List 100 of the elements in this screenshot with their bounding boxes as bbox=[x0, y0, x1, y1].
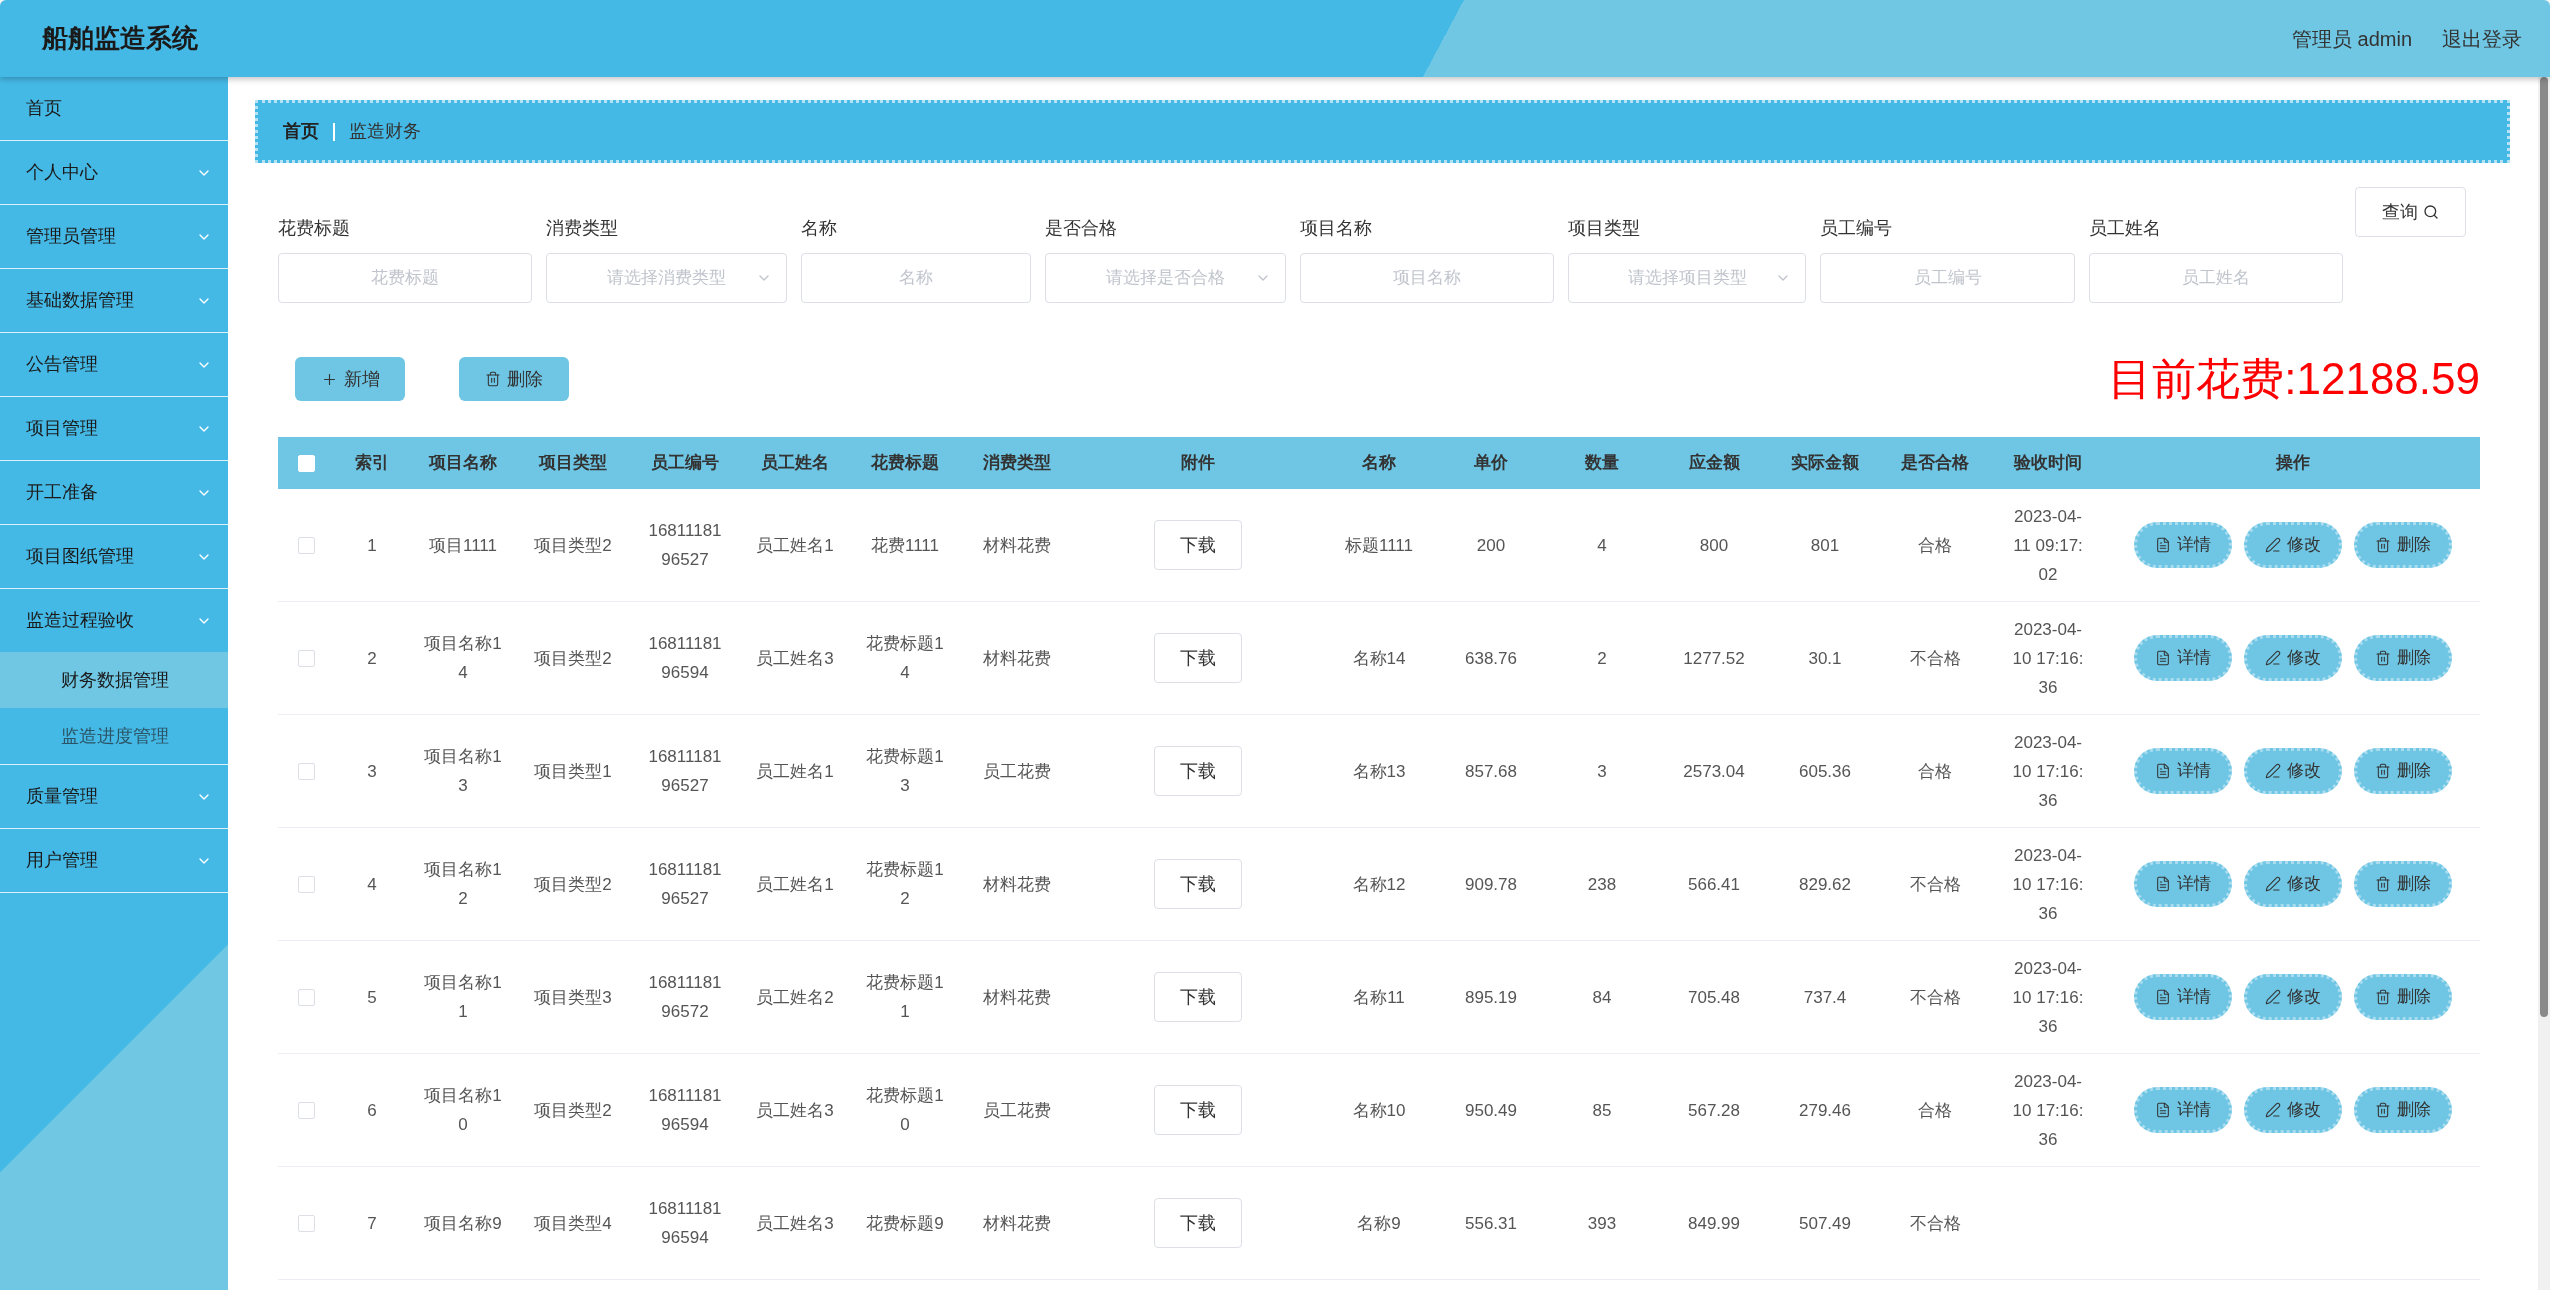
edit-button[interactable]: 修改 bbox=[2244, 748, 2342, 794]
sidebar-item[interactable]: 监造过程验收 bbox=[0, 589, 228, 652]
input-field[interactable]: 员工编号 bbox=[1820, 253, 2075, 303]
table-cell-text: 4 bbox=[366, 873, 378, 896]
table-cell-text: 85 bbox=[1591, 1099, 1613, 1122]
breadcrumb-link[interactable]: 首页 bbox=[283, 118, 319, 145]
download-button[interactable]: 下载 bbox=[1154, 1198, 1242, 1248]
detail-button[interactable]: 详情 bbox=[2134, 974, 2232, 1020]
checkbox[interactable] bbox=[297, 536, 315, 554]
detail-button[interactable]: 详情 bbox=[2134, 635, 2232, 681]
checkbox[interactable] bbox=[297, 875, 315, 893]
delete-button[interactable]: 删除 bbox=[2354, 861, 2452, 907]
column-header: 附件 bbox=[1181, 452, 1215, 475]
detail-button[interactable]: 详情 bbox=[2134, 748, 2232, 794]
table-cell-text: 84 bbox=[1591, 986, 1613, 1009]
sidebar-item[interactable]: 项目管理 bbox=[0, 397, 228, 460]
download-button[interactable]: 下载 bbox=[1154, 1085, 1242, 1135]
table-cell-text: 895.19 bbox=[1464, 986, 1518, 1009]
delete-button[interactable]: 删除 bbox=[459, 357, 569, 401]
search-icon bbox=[2423, 204, 2439, 220]
edit-button[interactable]: 修改 bbox=[2244, 974, 2342, 1020]
query-button[interactable]: 查询 bbox=[2355, 187, 2466, 237]
checkbox[interactable] bbox=[297, 649, 315, 667]
checkbox[interactable] bbox=[297, 762, 315, 780]
download-button[interactable]: 下载 bbox=[1154, 520, 1242, 570]
table-cell-text: 项目1111 bbox=[427, 534, 498, 557]
delete-button[interactable]: 删除 bbox=[2354, 522, 2452, 568]
add-button[interactable]: 新增 bbox=[295, 357, 405, 401]
table-cell-text: 1681118196572 bbox=[647, 972, 723, 1023]
table-cell-text: 829.62 bbox=[1798, 873, 1852, 896]
table-cell-text: 员工姓名2 bbox=[755, 986, 835, 1009]
table-cell-text: 员工姓名3 bbox=[755, 647, 835, 670]
edit-button[interactable]: 修改 bbox=[2244, 522, 2342, 568]
sidebar-item[interactable]: 开工准备 bbox=[0, 461, 228, 524]
table-cell-text: 花费标题11 bbox=[865, 972, 945, 1023]
logout-link[interactable]: 退出登录 bbox=[2442, 23, 2522, 54]
sidebar-item[interactable]: 管理员管理 bbox=[0, 205, 228, 268]
table-cell-text: 项目类型2 bbox=[533, 534, 613, 557]
delete-button[interactable]: 删除 bbox=[2354, 1087, 2452, 1133]
input-field[interactable]: 项目名称 bbox=[1300, 253, 1554, 303]
delete-button[interactable]: 删除 bbox=[2354, 635, 2452, 681]
table-cell-text: 556.31 bbox=[1464, 1212, 1518, 1235]
trash-icon bbox=[2375, 1102, 2391, 1118]
edit-button[interactable]: 修改 bbox=[2244, 635, 2342, 681]
sidebar-item[interactable]: 公告管理 bbox=[0, 333, 228, 396]
edit-button[interactable]: 修改 bbox=[2244, 1087, 2342, 1133]
sidebar-item[interactable]: 基础数据管理 bbox=[0, 269, 228, 332]
table-cell-text: 材料花费 bbox=[982, 986, 1052, 1009]
input-field[interactable]: 花费标题 bbox=[278, 253, 532, 303]
table-cell-text: 名称11 bbox=[1352, 986, 1406, 1009]
checkbox[interactable] bbox=[297, 988, 315, 1006]
table-cell-text: 279.46 bbox=[1798, 1099, 1852, 1122]
download-button[interactable]: 下载 bbox=[1154, 972, 1242, 1022]
sidebar-item[interactable]: 质量管理 bbox=[0, 765, 228, 828]
table-cell-text: 员工姓名3 bbox=[755, 1212, 835, 1235]
submenu-item[interactable]: 监造进度管理 bbox=[0, 708, 228, 764]
column-header: 操作 bbox=[2276, 452, 2310, 475]
checkbox[interactable] bbox=[297, 1101, 315, 1119]
input-field[interactable]: 名称 bbox=[801, 253, 1031, 303]
edit-button[interactable]: 修改 bbox=[2244, 861, 2342, 907]
column-header: 名称 bbox=[1362, 452, 1396, 475]
filter-label: 名称 bbox=[801, 217, 838, 240]
table-cell-text: 857.68 bbox=[1464, 760, 1518, 783]
table-cell-text: 705.48 bbox=[1687, 986, 1741, 1009]
table-cell-text: 合格 bbox=[1917, 1099, 1953, 1122]
sidebar-item[interactable]: 项目图纸管理 bbox=[0, 525, 228, 588]
table-cell-text: 名称13 bbox=[1351, 760, 1407, 783]
table-cell-text: 项目类型2 bbox=[533, 1099, 613, 1122]
download-button[interactable]: 下载 bbox=[1154, 859, 1242, 909]
column-header: 员工编号 bbox=[651, 452, 719, 475]
table-cell-text: 项目名称14 bbox=[423, 633, 503, 684]
table-cell-text: 567.28 bbox=[1687, 1099, 1741, 1122]
download-button[interactable]: 下载 bbox=[1154, 746, 1242, 796]
filter-label: 消费类型 bbox=[546, 217, 619, 240]
scrollbar[interactable] bbox=[2538, 77, 2550, 1290]
table-cell-text: 项目名称9 bbox=[423, 1212, 503, 1235]
column-header: 是否合格 bbox=[1901, 452, 1969, 475]
delete-button[interactable]: 删除 bbox=[2354, 748, 2452, 794]
sidebar-item[interactable]: 首页 bbox=[0, 77, 228, 140]
table-cell-text: 1681118196527 bbox=[647, 859, 723, 910]
trash-icon bbox=[2375, 876, 2391, 892]
sidebar-item[interactable]: 用户管理 bbox=[0, 829, 228, 892]
detail-button[interactable]: 详情 bbox=[2134, 1087, 2232, 1133]
table-cell-text: 30.1 bbox=[1807, 647, 1843, 670]
column-header: 项目类型 bbox=[539, 452, 607, 475]
detail-button[interactable]: 详情 bbox=[2134, 522, 2232, 568]
sidebar-item[interactable]: 个人中心 bbox=[0, 141, 228, 204]
breadcrumb-current: 监造财务 bbox=[349, 120, 421, 143]
table-cell-text: 不合格 bbox=[1908, 1212, 1962, 1235]
download-button[interactable]: 下载 bbox=[1154, 633, 1242, 683]
user-link[interactable]: 管理员 admin bbox=[2291, 23, 2412, 54]
column-header: 实际金额 bbox=[1791, 452, 1859, 475]
document-icon bbox=[2155, 763, 2171, 779]
detail-button[interactable]: 详情 bbox=[2134, 861, 2232, 907]
column-header: 消费类型 bbox=[983, 452, 1051, 475]
submenu-item[interactable]: 财务数据管理 bbox=[0, 652, 228, 708]
checkbox[interactable] bbox=[297, 1214, 315, 1232]
table-cell-text: 项目名称11 bbox=[423, 972, 503, 1023]
delete-button[interactable]: 删除 bbox=[2354, 974, 2452, 1020]
input-field[interactable]: 员工姓名 bbox=[2089, 253, 2343, 303]
